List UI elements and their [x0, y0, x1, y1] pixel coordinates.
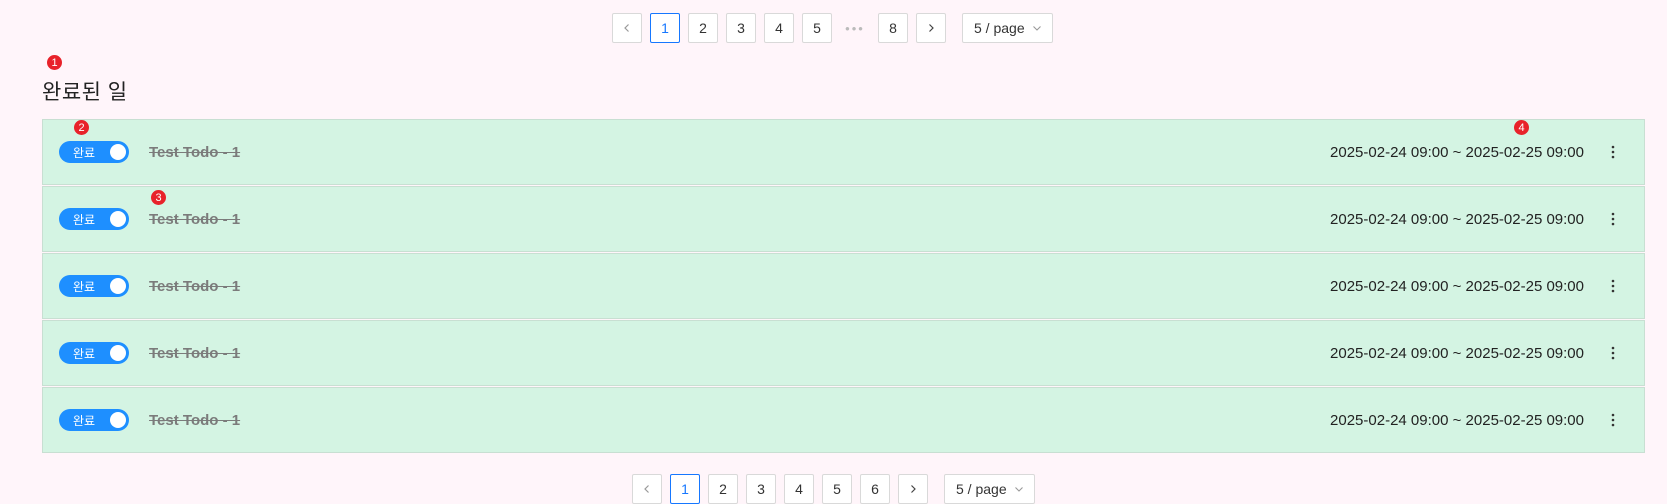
chevron-right-icon: [929, 24, 934, 32]
complete-toggle[interactable]: 완료: [59, 342, 129, 364]
more-vertical-icon: [1611, 279, 1615, 293]
more-options-button[interactable]: [1604, 205, 1622, 233]
todo-item: 완료 Test Todo - 1 2025-02-24 09:00 ~ 2025…: [42, 253, 1645, 319]
next-page-button[interactable]: [898, 474, 928, 504]
prev-page-button[interactable]: [632, 474, 662, 504]
todo-date-range: 2025-02-24 09:00 ~ 2025-02-25 09:00: [1330, 411, 1584, 429]
toggle-knob: [110, 345, 126, 361]
page-button-8[interactable]: 8: [878, 13, 908, 43]
pagination-bottom: 1 2 3 4 5 6 5 / page: [632, 474, 1035, 504]
page-button-1[interactable]: 1: [670, 474, 700, 504]
toggle-knob: [110, 144, 126, 160]
more-options-button[interactable]: [1604, 272, 1622, 300]
more-vertical-icon: [1611, 145, 1615, 159]
complete-toggle[interactable]: 완료: [59, 208, 129, 230]
page-button-6[interactable]: 6: [860, 474, 890, 504]
page-button-2[interactable]: 2: [688, 13, 718, 43]
annotation-marker-4: 4: [1514, 120, 1529, 135]
annotation-marker-2: 2: [74, 120, 89, 135]
page-size-select[interactable]: 5 / page: [944, 474, 1035, 504]
todo-title[interactable]: Test Todo - 1: [149, 211, 240, 228]
pagination-top: 1 2 3 4 5 ••• 8 5 / page: [612, 13, 1053, 43]
todo-item: 2 4 완료 Test Todo - 1 2025-02-24 09:00 ~ …: [42, 119, 1645, 185]
todo-item: 완료 Test Todo - 1 2025-02-24 09:00 ~ 2025…: [42, 387, 1645, 453]
page-button-3[interactable]: 3: [726, 13, 756, 43]
toggle-label: 완료: [73, 145, 96, 160]
toggle-label: 완료: [73, 279, 96, 294]
complete-toggle[interactable]: 완료: [59, 409, 129, 431]
complete-toggle[interactable]: 완료: [59, 141, 129, 163]
chevron-left-icon: [644, 485, 649, 493]
page-button-4[interactable]: 4: [764, 13, 794, 43]
more-options-button[interactable]: [1604, 406, 1622, 434]
todo-list: 2 4 완료 Test Todo - 1 2025-02-24 09:00 ~ …: [42, 119, 1645, 453]
todo-date-range: 2025-02-24 09:00 ~ 2025-02-25 09:00: [1330, 344, 1584, 362]
next-page-button[interactable]: [916, 13, 946, 43]
page-button-3[interactable]: 3: [746, 474, 776, 504]
more-vertical-icon: [1611, 346, 1615, 360]
todo-date-range: 2025-02-24 09:00 ~ 2025-02-25 09:00: [1330, 210, 1584, 228]
todo-title[interactable]: Test Todo - 1: [149, 412, 240, 429]
complete-toggle[interactable]: 완료: [59, 275, 129, 297]
annotation-marker-1: 1: [47, 55, 62, 70]
chevron-right-icon: [911, 485, 916, 493]
page-button-1[interactable]: 1: [650, 13, 680, 43]
more-options-button[interactable]: [1604, 138, 1622, 166]
toggle-knob: [110, 211, 126, 227]
toggle-label: 완료: [73, 212, 96, 227]
more-vertical-icon: [1611, 212, 1615, 226]
page-button-5[interactable]: 5: [822, 474, 852, 504]
page-button-2[interactable]: 2: [708, 474, 738, 504]
todo-title[interactable]: Test Todo - 1: [149, 278, 240, 295]
more-vertical-icon: [1611, 413, 1615, 427]
todo-date-range: 2025-02-24 09:00 ~ 2025-02-25 09:00: [1330, 277, 1584, 295]
chevron-left-icon: [624, 24, 629, 32]
toggle-knob: [110, 278, 126, 294]
toggle-label: 완료: [73, 413, 96, 428]
page-button-4[interactable]: 4: [784, 474, 814, 504]
todo-item: 완료 Test Todo - 1 2025-02-24 09:00 ~ 2025…: [42, 320, 1645, 386]
jump-next-ellipsis[interactable]: •••: [840, 13, 870, 43]
annotation-marker-3: 3: [151, 190, 166, 205]
page-size-value: 5 / page: [956, 481, 1007, 497]
page-size-value: 5 / page: [974, 20, 1025, 36]
toggle-knob: [110, 412, 126, 428]
more-options-button[interactable]: [1604, 339, 1622, 367]
toggle-label: 완료: [73, 346, 96, 361]
section-title: 완료된 일: [42, 81, 128, 104]
chevron-down-icon: [1014, 484, 1024, 494]
todo-date-range: 2025-02-24 09:00 ~ 2025-02-25 09:00: [1330, 143, 1584, 161]
chevron-down-icon: [1032, 23, 1042, 33]
page-button-5[interactable]: 5: [802, 13, 832, 43]
todo-title[interactable]: Test Todo - 1: [149, 345, 240, 362]
prev-page-button[interactable]: [612, 13, 642, 43]
todo-item: 3 완료 Test Todo - 1 2025-02-24 09:00 ~ 20…: [42, 186, 1645, 252]
todo-title[interactable]: Test Todo - 1: [149, 144, 240, 161]
page-size-select[interactable]: 5 / page: [962, 13, 1053, 43]
